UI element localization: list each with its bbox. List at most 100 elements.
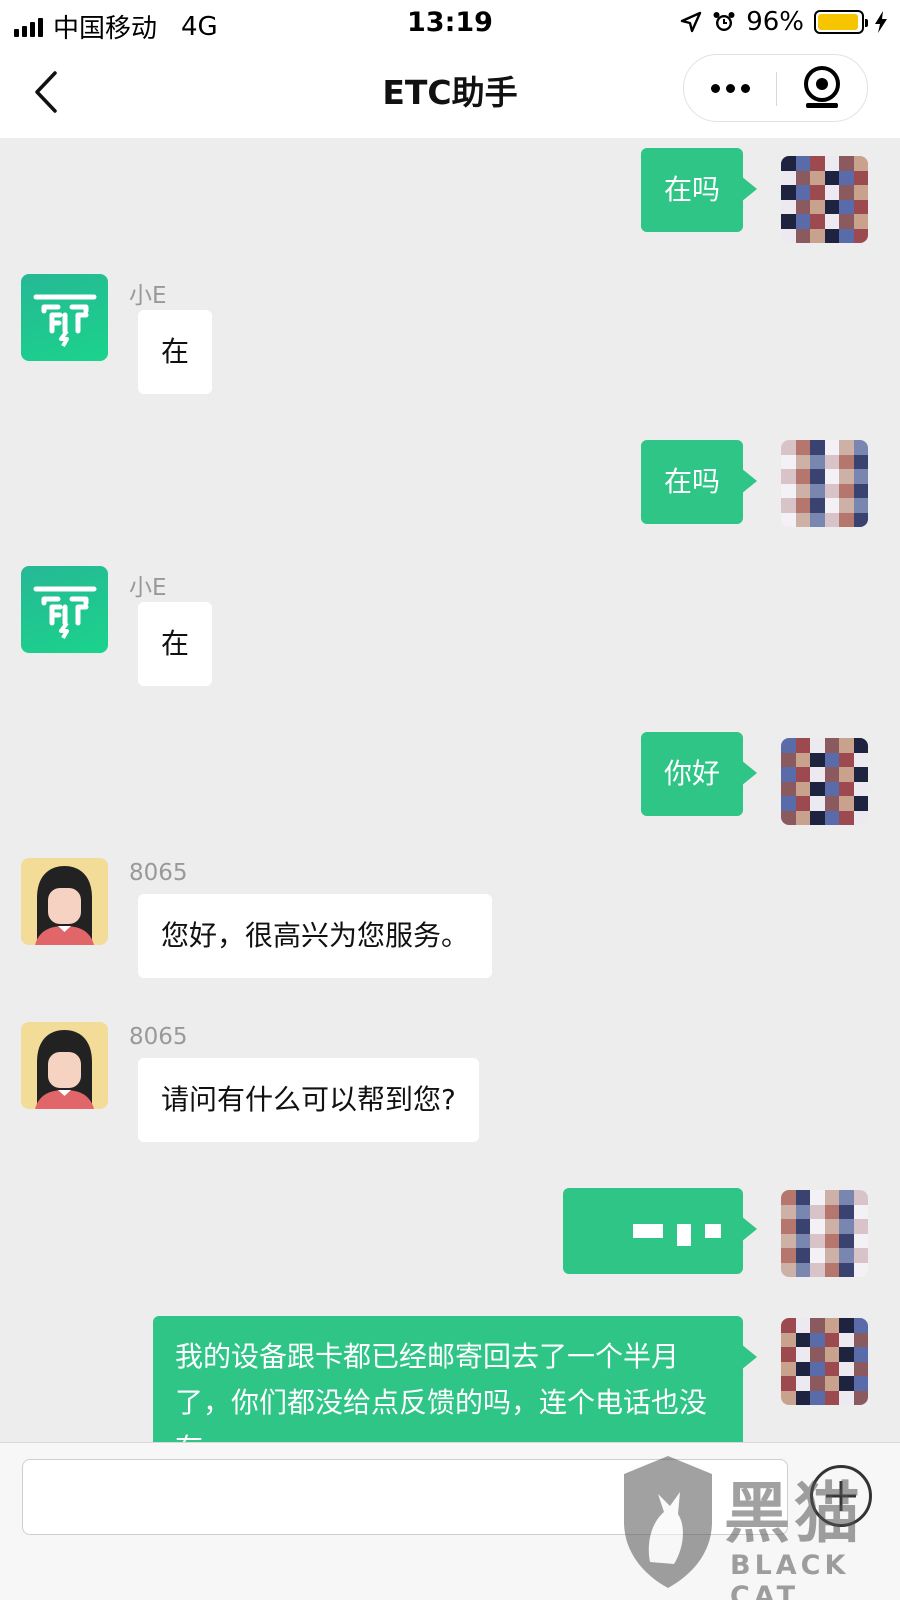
avatar-mosaic-cell [810, 498, 825, 513]
avatar-mosaic-cell [810, 1190, 825, 1205]
message-row: 在吗 [0, 146, 900, 243]
avatar-mosaic-cell [795, 1190, 810, 1205]
avatar-mosaic-cell [781, 1190, 796, 1205]
avatar-mosaic-cell [781, 810, 796, 825]
avatar-mosaic-cell [824, 738, 839, 753]
avatar-mosaic-cell [853, 498, 868, 513]
etc-logo-icon [33, 586, 96, 639]
avatar-mosaic-cell [781, 440, 796, 455]
avatar-mosaic-cell [824, 170, 839, 185]
user-avatar[interactable] [781, 440, 868, 527]
battery-fill [818, 14, 859, 30]
avatar-mosaic-cell [853, 454, 868, 469]
avatar-mosaic-cell [853, 199, 868, 214]
avatar-mosaic-cell [839, 738, 854, 753]
avatar-mosaic-cell [853, 469, 868, 484]
avatar-mosaic-cell [853, 440, 868, 455]
incoming-bubble[interactable]: 您好，很高兴为您服务。 [138, 894, 493, 978]
avatar-mosaic-cell [795, 796, 810, 811]
outgoing-bubble[interactable]: 在吗 [640, 148, 758, 232]
avatar-mosaic-cell [781, 767, 796, 782]
incoming-bubble[interactable]: 请问有什么可以帮到您? [138, 1058, 479, 1142]
avatar-mosaic-cell [824, 185, 839, 200]
chat-area[interactable]: 在吗 小E 在 在吗 小E 在 你好 8065 您好，很高兴为您服务。 8065… [0, 138, 900, 1442]
avatar-mosaic-cell [810, 469, 825, 484]
avatar-mosaic-cell [839, 796, 854, 811]
agent-girl-icon [35, 1030, 94, 1109]
sender-name: 8065 [129, 860, 188, 886]
outgoing-bubble[interactable]: 我的设备跟卡都已经邮寄回去了一个半月了，你们都没给点反馈的吗，连个电话也没有 [153, 1316, 757, 1442]
avatar-mosaic-cell [810, 512, 825, 527]
avatar-mosaic-cell [810, 199, 825, 214]
avatar-mosaic-cell [853, 1390, 868, 1405]
avatar-mosaic-cell [839, 1248, 854, 1263]
avatar-mosaic-cell [853, 1361, 868, 1376]
avatar-mosaic-cell [839, 1347, 854, 1362]
avatar-mosaic-cell [839, 185, 854, 200]
avatar-mosaic-cell [824, 767, 839, 782]
avatar-mosaic-cell [795, 1390, 810, 1405]
avatar-mosaic-cell [795, 1318, 810, 1333]
avatar-mosaic-cell [853, 1190, 868, 1205]
user-avatar[interactable] [781, 1318, 868, 1405]
avatar-mosaic-cell [853, 170, 868, 185]
message-input[interactable] [22, 1459, 788, 1535]
etc-logo-avatar[interactable] [21, 274, 108, 361]
plus-button[interactable] [810, 1465, 872, 1527]
avatar-mosaic-cell [781, 469, 796, 484]
user-avatar[interactable] [781, 738, 868, 825]
incoming-bubble[interactable]: 在 [138, 602, 213, 686]
avatar-mosaic-cell [795, 1219, 810, 1234]
user-avatar[interactable] [781, 1190, 868, 1277]
outgoing-bubble[interactable]: 你好 [640, 732, 758, 816]
avatar-mosaic-cell [839, 767, 854, 782]
avatar-mosaic-cell [781, 1347, 796, 1362]
avatar-mosaic-cell [781, 512, 796, 527]
avatar-mosaic-cell [824, 1376, 839, 1391]
avatar-mosaic-cell [824, 498, 839, 513]
avatar-mosaic-cell [839, 1318, 854, 1333]
avatar-mosaic-cell [781, 1262, 796, 1277]
outgoing-bubble[interactable]: 在吗 [640, 440, 758, 524]
avatar-mosaic-cell [824, 1248, 839, 1263]
garbled-outgoing-bubble[interactable] [563, 1188, 757, 1274]
avatar-mosaic-cell [810, 796, 825, 811]
etc-logo-avatar[interactable] [21, 566, 108, 653]
close-button[interactable] [777, 55, 867, 121]
avatar-mosaic-cell [810, 170, 825, 185]
agent-avatar[interactable] [21, 1022, 108, 1109]
avatar-mosaic-cell [853, 228, 868, 243]
avatar-mosaic-cell [853, 752, 868, 767]
avatar-mosaic-cell [853, 1347, 868, 1362]
avatar-mosaic-cell [781, 1376, 796, 1391]
agent-avatar[interactable] [21, 858, 108, 945]
incoming-bubble[interactable]: 在 [138, 310, 213, 394]
avatar-mosaic-cell [839, 440, 854, 455]
avatar-mosaic-cell [781, 185, 796, 200]
avatar-mosaic-cell [795, 454, 810, 469]
avatar-mosaic-cell [781, 228, 796, 243]
message-row: 小E 在 [0, 566, 900, 696]
more-button[interactable] [684, 55, 776, 121]
avatar-mosaic-cell [839, 752, 854, 767]
avatar-mosaic-cell [795, 440, 810, 455]
avatar-mosaic-cell [810, 738, 825, 753]
avatar-mosaic-cell [810, 767, 825, 782]
avatar-mosaic-cell [824, 1204, 839, 1219]
avatar-mosaic-cell [853, 214, 868, 229]
avatar-mosaic-cell [795, 767, 810, 782]
avatar-mosaic-cell [795, 512, 810, 527]
avatar-mosaic-cell [810, 1204, 825, 1219]
status-bar: 中国移动 4G 13:19 96% [0, 0, 900, 46]
avatar-mosaic-cell [853, 796, 868, 811]
avatar-mosaic-cell [795, 1361, 810, 1376]
user-avatar[interactable] [781, 156, 868, 243]
etc-logo-icon [33, 294, 96, 347]
avatar-mosaic-cell [839, 1190, 854, 1205]
avatar-mosaic-cell [853, 185, 868, 200]
avatar-mosaic-cell [795, 483, 810, 498]
target-close-icon [804, 66, 840, 108]
avatar-mosaic-cell [795, 1332, 810, 1347]
message-row [0, 1188, 900, 1278]
avatar-mosaic-cell [853, 1376, 868, 1391]
